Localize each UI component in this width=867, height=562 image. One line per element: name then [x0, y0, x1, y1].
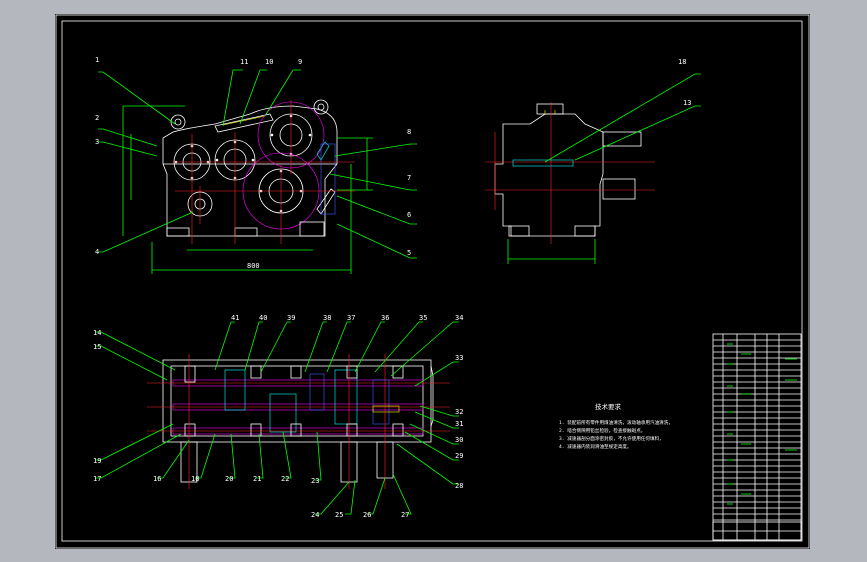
- section-label: 17: [93, 475, 101, 483]
- front-label: 6: [407, 211, 411, 219]
- section-label: 29: [455, 452, 463, 460]
- section-label: 18: [191, 475, 199, 483]
- cover-bolt-line: [222, 115, 266, 126]
- output-shaft-bottom: [602, 178, 636, 200]
- section-labels-right: 32 31 30 29 28: [455, 408, 463, 490]
- outer-border: [55, 14, 810, 549]
- section-label: 41: [231, 314, 239, 322]
- section-label: 16: [153, 475, 161, 483]
- section-labels-top: 14 15 41 40 39 38 37 36 35 34 33: [93, 314, 463, 362]
- lifting-lug-left: [170, 114, 186, 130]
- section-label: 36: [381, 314, 389, 322]
- section-label: 38: [323, 314, 331, 322]
- front-label: 3: [95, 138, 99, 146]
- side-shaft-section: [512, 159, 574, 167]
- side-label: 18: [678, 58, 686, 66]
- section-label: 15: [93, 343, 101, 351]
- parts-list-columns: [722, 334, 780, 540]
- side-view: 18 13: [485, 58, 701, 264]
- section-label: 20: [225, 475, 233, 483]
- lifting-lug-right-hole: [317, 103, 325, 111]
- section-label: 39: [287, 314, 295, 322]
- side-foot-right: [574, 225, 596, 237]
- section-label: 27: [401, 511, 409, 519]
- front-label: 10: [265, 58, 273, 66]
- side-label: 13: [683, 99, 691, 107]
- side-centerlines: [485, 102, 655, 244]
- drain-plug: [299, 221, 325, 237]
- notes-line: 3. 减速器剖分面涂密封胶，不允许使用任何填料，: [559, 435, 664, 442]
- section-label: 22: [281, 475, 289, 483]
- section-housing: [162, 359, 432, 443]
- section-label: 34: [455, 314, 463, 322]
- front-label: 8: [407, 128, 411, 136]
- side-vent: [536, 103, 564, 115]
- notes-line: 1. 装配前所有零件用煤油清洗，滚动轴承用汽油清洗，: [559, 419, 673, 426]
- section-label: 24: [311, 511, 319, 519]
- section-label: 35: [419, 314, 427, 322]
- section-label: 26: [363, 511, 371, 519]
- section-label: 31: [455, 420, 463, 428]
- section-bearings: [184, 365, 404, 437]
- parts-list-rows: [713, 339, 801, 521]
- parts-list-frame: [712, 333, 802, 541]
- oil-gauge: [316, 188, 336, 215]
- front-label: 4: [95, 248, 99, 256]
- gear-e: [372, 379, 390, 425]
- section-label: 14: [93, 329, 101, 337]
- section-label: 21: [253, 475, 261, 483]
- section-label: 23: [311, 477, 319, 485]
- section-labels-bottom: 19 17 16 18 20 21 22 23 24 25 26 27: [93, 457, 409, 519]
- foot-left: [166, 227, 190, 237]
- section-centerlines: [147, 354, 450, 489]
- section-label: 30: [455, 436, 463, 444]
- section-label: 33: [455, 354, 463, 362]
- drawing-canvas[interactable]: 800 1 2 3 4 11 10 9 8 7 6 5 18 13 14 15 …: [55, 14, 810, 549]
- section-label: 40: [259, 314, 267, 322]
- dim-length: 800: [247, 262, 260, 270]
- section-label: 37: [347, 314, 355, 322]
- front-label: 9: [298, 58, 302, 66]
- front-label: 1: [95, 56, 99, 64]
- section-label: 28: [455, 482, 463, 490]
- side-vent-detail: [544, 110, 556, 114]
- housing-outline: [162, 105, 338, 237]
- vent-plug: [316, 141, 330, 161]
- technical-notes: 技术要求 1. 装配前所有零件用煤油清洗，滚动轴承用汽油清洗， 2. 啮合侧隙用…: [559, 402, 673, 450]
- front-label: 11: [240, 58, 248, 66]
- side-dimensions: [507, 239, 596, 264]
- front-label: 5: [407, 249, 411, 257]
- section-label: 19: [93, 457, 101, 465]
- lifting-lug-left-hole: [174, 118, 182, 126]
- side-leaders: [544, 73, 701, 163]
- side-housing: [494, 113, 604, 237]
- notes-line: 2. 啮合侧隙用铅丝检验，检查接触斑点，: [559, 427, 645, 434]
- foot-mid: [234, 227, 258, 237]
- front-dimensions: [122, 105, 373, 274]
- section-label: 32: [455, 408, 463, 416]
- side-foot-left: [508, 225, 530, 237]
- gear-b: [269, 393, 297, 433]
- section-leaders: [95, 321, 459, 515]
- notes-title: 技术要求: [595, 402, 622, 411]
- front-label: 2: [95, 114, 99, 122]
- front-label: 7: [407, 174, 411, 182]
- notes-line: 4. 减速器内装润滑油至规定高度。: [559, 443, 632, 450]
- section-label: 25: [335, 511, 343, 519]
- front-view: 800 1 2 3 4 11 10 9 8 7 6 5: [95, 56, 417, 274]
- front-labels: 1 2 3 4 11 10 9 8 7 6 5: [95, 56, 411, 257]
- section-view: 14 15 41 40 39 38 37 36 35 34 33 32 31 3…: [93, 314, 463, 519]
- gear-c: [309, 373, 325, 411]
- parts-list-table: [712, 333, 802, 541]
- lifting-lug-right: [313, 99, 329, 115]
- cad-drawing: 800 1 2 3 4 11 10 9 8 7 6 5 18 13 14 15 …: [55, 14, 810, 549]
